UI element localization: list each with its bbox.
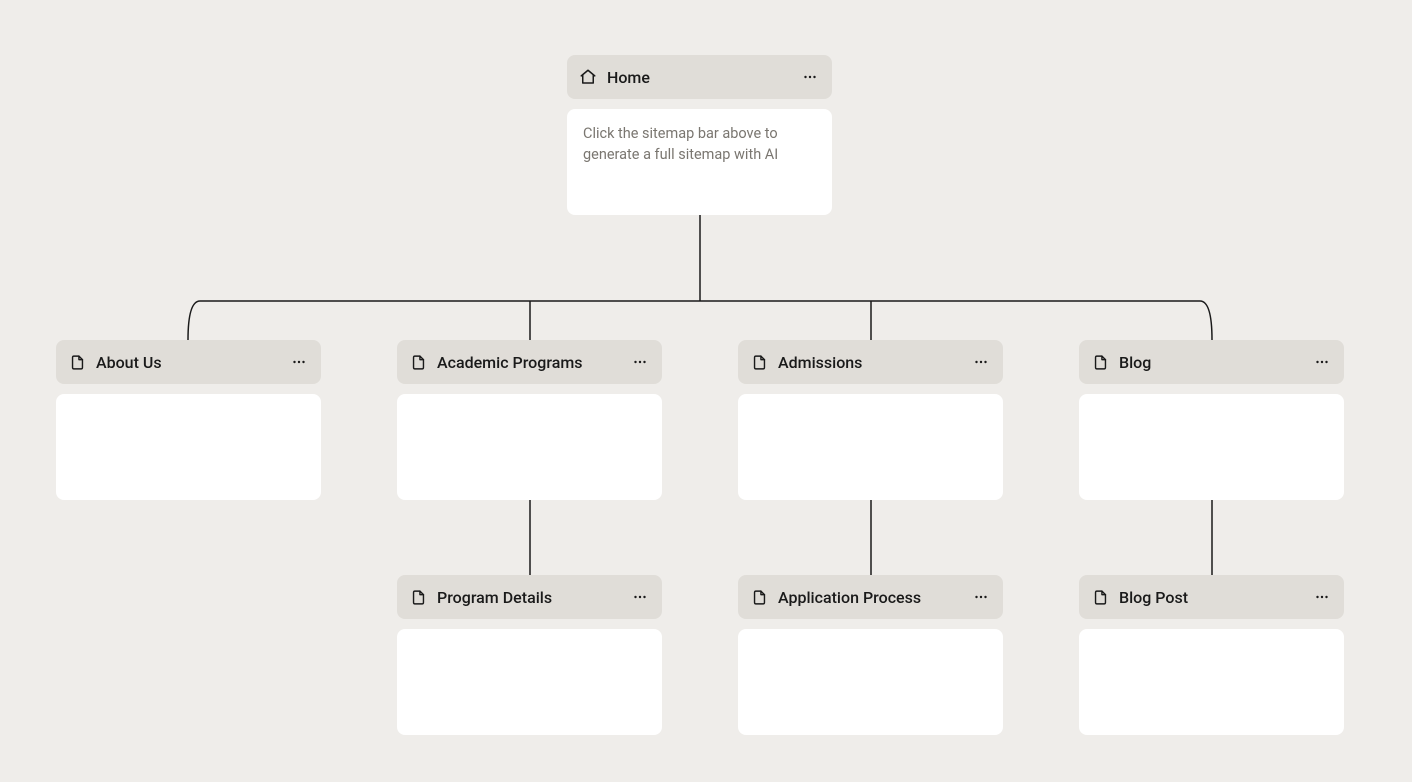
node-header-admissions[interactable]: Admissions: [738, 340, 1003, 384]
page-icon: [1091, 353, 1109, 371]
node-header-blog[interactable]: Blog: [1079, 340, 1344, 384]
sitemap-node-application-process: Application Process: [738, 575, 1003, 735]
more-icon[interactable]: [971, 352, 991, 372]
node-title: Academic Programs: [437, 353, 620, 372]
node-title: About Us: [96, 353, 279, 372]
sitemap-node-admissions: Admissions: [738, 340, 1003, 500]
node-title: Home: [607, 68, 790, 87]
more-icon[interactable]: [289, 352, 309, 372]
node-header-home[interactable]: Home: [567, 55, 832, 99]
sitemap-node-blog: Blog: [1079, 340, 1344, 500]
node-body-program-details[interactable]: [397, 629, 662, 735]
more-icon[interactable]: [1312, 587, 1332, 607]
sitemap-node-academic-programs: Academic Programs: [397, 340, 662, 500]
node-body-academic-programs[interactable]: [397, 394, 662, 500]
node-header-program-details[interactable]: Program Details: [397, 575, 662, 619]
node-header-blog-post[interactable]: Blog Post: [1079, 575, 1344, 619]
sitemap-node-home: Home Click the sitemap bar above to gene…: [567, 55, 832, 215]
node-header-about-us[interactable]: About Us: [56, 340, 321, 384]
node-title: Blog: [1119, 353, 1302, 372]
home-icon: [579, 68, 597, 86]
node-body-application-process[interactable]: [738, 629, 1003, 735]
node-title: Blog Post: [1119, 588, 1302, 607]
node-title: Program Details: [437, 588, 620, 607]
page-icon: [1091, 588, 1109, 606]
node-header-application-process[interactable]: Application Process: [738, 575, 1003, 619]
node-body-blog-post[interactable]: [1079, 629, 1344, 735]
page-icon: [750, 588, 768, 606]
node-body-home[interactable]: Click the sitemap bar above to generate …: [567, 109, 832, 215]
sitemap-node-blog-post: Blog Post: [1079, 575, 1344, 735]
node-title: Admissions: [778, 353, 961, 372]
node-body-admissions[interactable]: [738, 394, 1003, 500]
node-title: Application Process: [778, 588, 961, 607]
more-icon[interactable]: [630, 352, 650, 372]
sitemap-node-about-us: About Us: [56, 340, 321, 500]
page-icon: [409, 588, 427, 606]
node-body-about-us[interactable]: [56, 394, 321, 500]
page-icon: [750, 353, 768, 371]
page-icon: [409, 353, 427, 371]
node-hint-text: Click the sitemap bar above to generate …: [583, 125, 778, 163]
more-icon[interactable]: [630, 587, 650, 607]
node-header-academic-programs[interactable]: Academic Programs: [397, 340, 662, 384]
node-body-blog[interactable]: [1079, 394, 1344, 500]
more-icon[interactable]: [971, 587, 991, 607]
sitemap-node-program-details: Program Details: [397, 575, 662, 735]
page-icon: [68, 353, 86, 371]
more-icon[interactable]: [1312, 352, 1332, 372]
more-icon[interactable]: [800, 67, 820, 87]
